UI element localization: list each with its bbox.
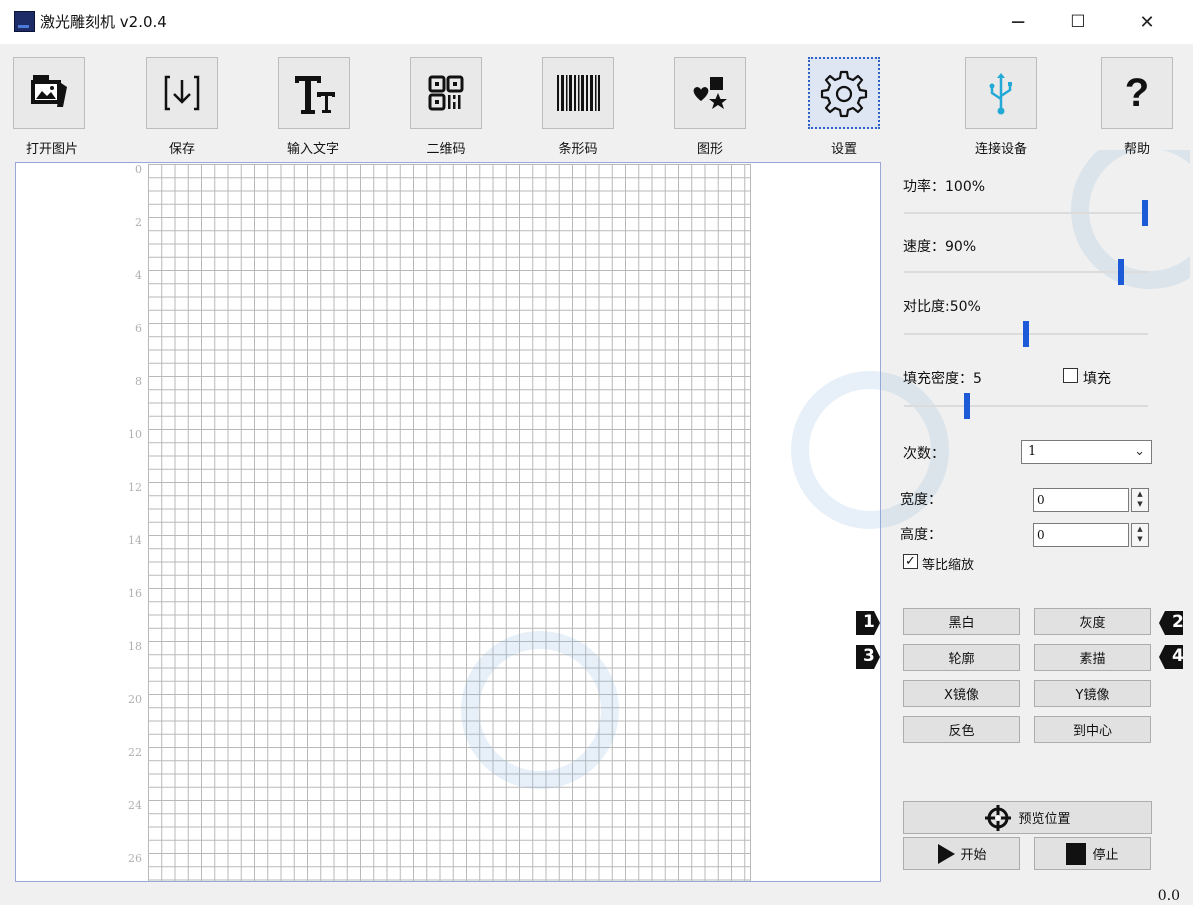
passes-label: 次数： <box>903 446 945 462</box>
settings-button[interactable] <box>808 57 880 129</box>
ruler-tick: 10 <box>128 428 142 441</box>
x-mirror-button[interactable]: X镜像 <box>903 680 1020 707</box>
ruler-tick: 0 <box>135 163 142 176</box>
fill-density-label: 填充密度：5 <box>903 371 982 387</box>
qrcode-button[interactable] <box>410 57 482 129</box>
marker-2-label: 2 <box>1172 612 1184 632</box>
ruler-tick: 20 <box>128 693 142 706</box>
canvas-grid <box>148 164 751 881</box>
fill-label: 填充 <box>1083 371 1111 387</box>
speed-slider-thumb[interactable] <box>1118 259 1125 285</box>
image-folder-icon <box>31 75 67 107</box>
barcode-icon <box>557 75 600 111</box>
grayscale-button[interactable]: 灰度 <box>1034 608 1151 635</box>
width-input[interactable]: 0 <box>1033 488 1129 512</box>
keep-ratio-checkbox[interactable]: ✓ <box>903 554 918 569</box>
save-button[interactable] <box>146 57 218 129</box>
start-button[interactable]: 开始 <box>903 837 1020 870</box>
ruler-tick: 18 <box>128 640 142 653</box>
y-mirror-button[interactable]: Y镜像 <box>1034 680 1151 707</box>
barcode-label: 条形码 <box>558 142 598 157</box>
ruler-tick: 24 <box>128 799 142 812</box>
contrast-slider-thumb[interactable] <box>1023 321 1029 347</box>
help-icon: ? <box>1124 70 1150 115</box>
settings-label: 设置 <box>830 142 857 157</box>
chevron-down-icon: ⌄ <box>1134 444 1145 459</box>
height-input[interactable]: 0 <box>1033 523 1129 547</box>
ruler-tick: 12 <box>128 481 142 494</box>
keep-ratio-label: 等比缩放 <box>922 558 975 573</box>
title-bar: 激光雕刻机 v2.0.4 ─ ☐ ✕ <box>0 0 1193 44</box>
ruler-tick: 14 <box>128 534 142 547</box>
power-slider-thumb[interactable] <box>1142 200 1148 226</box>
sketch-button[interactable]: 素描 <box>1034 644 1151 671</box>
minimize-button[interactable]: ─ <box>995 6 1041 38</box>
preview-position-button[interactable]: 预览位置 <box>903 801 1152 834</box>
close-button[interactable]: ✕ <box>1124 6 1170 38</box>
preview-position-label: 预览位置 <box>1018 812 1071 827</box>
passes-value: 1 <box>1028 444 1037 459</box>
open-image-label: 打开图片 <box>25 142 78 157</box>
outline-button[interactable]: 轮廓 <box>903 644 1020 671</box>
marker-1-label: 1 <box>863 612 875 632</box>
fill-density-slider[interactable] <box>904 393 1148 419</box>
download-icon <box>164 75 200 111</box>
crosshair-icon <box>985 804 1012 831</box>
help-button[interactable]: ? <box>1101 57 1173 129</box>
ruler-tick: 4 <box>135 269 142 282</box>
text-icon <box>295 76 335 114</box>
ruler-tick: 16 <box>128 587 142 600</box>
shapes-icon <box>693 77 727 109</box>
marker-4-label: 4 <box>1172 646 1184 666</box>
stop-button[interactable]: 停止 <box>1034 837 1151 870</box>
help-label: 帮助 <box>1123 142 1150 157</box>
center-button[interactable]: 到中心 <box>1034 716 1151 743</box>
connect-device-button[interactable] <box>965 57 1037 129</box>
open-image-button[interactable] <box>13 57 85 129</box>
play-icon <box>938 843 956 864</box>
status-value: 0.0 <box>1157 888 1180 904</box>
save-label: 保存 <box>168 142 195 157</box>
speed-label: 速度：90% <box>903 239 977 255</box>
input-text-button[interactable] <box>278 57 350 129</box>
power-slider[interactable] <box>904 200 1148 226</box>
bw-button[interactable]: 黑白 <box>903 608 1020 635</box>
ruler-tick: 2 <box>135 216 142 229</box>
width-spinner[interactable]: ▲ ▼ <box>1131 488 1149 512</box>
connect-device-label: 连接设备 <box>974 142 1027 157</box>
qr-code-icon <box>428 75 464 111</box>
gear-icon <box>820 70 868 118</box>
contrast-label: 对比度:50% <box>903 299 981 315</box>
ruler-tick: 22 <box>128 746 142 759</box>
passes-select[interactable]: 1 ⌄ <box>1021 440 1152 464</box>
fill-density-slider-thumb[interactable] <box>963 393 970 419</box>
fill-checkbox[interactable] <box>1063 368 1078 383</box>
qrcode-label: 二维码 <box>426 142 466 157</box>
start-label: 开始 <box>960 848 987 863</box>
stop-label: 停止 <box>1092 848 1119 863</box>
window-title: 激光雕刻机 v2.0.4 <box>40 13 167 31</box>
power-label: 功率：100% <box>903 179 986 195</box>
app-icon <box>14 11 35 32</box>
invert-button[interactable]: 反色 <box>903 716 1020 743</box>
width-label: 宽度： <box>900 492 942 508</box>
ruler-tick: 26 <box>128 852 142 865</box>
speed-slider[interactable] <box>904 259 1148 285</box>
height-spinner[interactable]: ▲ ▼ <box>1131 523 1149 547</box>
stop-icon <box>1066 842 1087 865</box>
usb-icon <box>989 73 1012 115</box>
input-text-label: 输入文字 <box>286 142 339 157</box>
barcode-button[interactable] <box>542 57 614 129</box>
marker-3-label: 3 <box>863 646 875 666</box>
ruler-tick: 6 <box>135 322 142 335</box>
ruler-tick: 8 <box>135 375 142 388</box>
maximize-button[interactable]: ☐ <box>1055 6 1101 38</box>
shape-label: 图形 <box>696 142 723 157</box>
contrast-slider[interactable] <box>904 321 1148 347</box>
shape-button[interactable] <box>674 57 746 129</box>
height-label: 高度： <box>900 527 942 543</box>
